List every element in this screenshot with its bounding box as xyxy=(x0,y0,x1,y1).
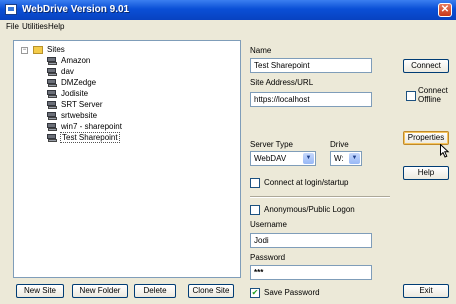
username-label: Username xyxy=(250,220,287,229)
server-icon xyxy=(47,68,57,76)
username-field[interactable]: Jodi xyxy=(250,233,372,248)
connect-offline-label: Connect Offline xyxy=(418,86,448,104)
menu-file[interactable]: File xyxy=(6,22,19,31)
server-icon xyxy=(47,112,57,120)
tree-item-label: srtwebsite xyxy=(61,111,98,120)
webdrive-app-icon xyxy=(5,4,17,15)
connect-button[interactable]: Connect xyxy=(403,59,449,73)
delete-button[interactable]: Delete xyxy=(134,284,176,298)
server-icon xyxy=(47,57,57,65)
exit-button[interactable]: Exit xyxy=(403,284,449,298)
drive-label: Drive xyxy=(330,140,349,149)
chevron-down-icon[interactable]: ▼ xyxy=(349,153,360,164)
server-icon xyxy=(47,123,57,131)
tree-item-label: Amazon xyxy=(61,56,91,65)
help-button[interactable]: Help xyxy=(403,166,449,180)
server-type-value: WebDAV xyxy=(254,154,287,163)
close-button[interactable]: ✕ xyxy=(438,3,452,17)
name-field[interactable]: Test Sharepoint xyxy=(250,58,372,73)
title-bar: WebDrive Version 9.01 ✕ xyxy=(0,0,456,20)
tree-item-label: dav xyxy=(61,67,74,76)
drive-select[interactable]: W: ▼ xyxy=(330,151,362,166)
tree-root-label: Sites xyxy=(47,45,65,54)
tree-item-label: DMZedge xyxy=(61,78,97,87)
tree-item-label: win7 - sharepoint xyxy=(61,122,122,131)
password-field[interactable]: *** xyxy=(250,265,372,280)
new-folder-button[interactable]: New Folder xyxy=(72,284,128,298)
close-icon: ✕ xyxy=(440,4,450,15)
window-title: WebDrive Version 9.01 xyxy=(22,4,130,15)
connect-offline-checkbox[interactable] xyxy=(406,91,416,101)
chevron-down-icon[interactable]: ▼ xyxy=(303,153,314,164)
menu-help[interactable]: Help xyxy=(48,22,64,31)
folder-icon xyxy=(33,46,43,54)
divider xyxy=(250,196,390,198)
drive-value: W: xyxy=(334,154,344,163)
mouse-pointer-icon xyxy=(440,144,450,158)
save-password-checkbox[interactable]: ✔ xyxy=(250,288,260,298)
site-url-field[interactable]: https://localhost xyxy=(250,92,372,107)
properties-button[interactable]: Properties xyxy=(403,131,449,145)
server-icon xyxy=(47,101,57,109)
collapse-icon[interactable]: − xyxy=(21,47,28,54)
name-label: Name xyxy=(250,46,272,55)
sites-tree[interactable]: − Sites Amazon dav DMZedge Jodisite SRT … xyxy=(13,40,241,278)
server-icon xyxy=(47,90,57,98)
server-icon xyxy=(47,134,57,142)
menu-bar: File Utilities Help xyxy=(0,20,456,34)
server-type-select[interactable]: WebDAV ▼ xyxy=(250,151,316,166)
connect-at-login-checkbox[interactable] xyxy=(250,178,260,188)
server-icon xyxy=(47,79,57,87)
anonymous-logon-checkbox[interactable] xyxy=(250,205,260,215)
new-site-button[interactable]: New Site xyxy=(16,284,64,298)
url-label: Site Address/URL xyxy=(250,78,314,87)
tree-item-label: Test Sharepoint xyxy=(60,132,120,143)
tree-item-label: Jodisite xyxy=(61,89,89,98)
password-label: Password xyxy=(250,253,286,262)
connect-at-login-label: Connect at login/startup xyxy=(264,178,349,187)
server-type-label: Server Type xyxy=(250,140,293,149)
save-password-label: Save Password xyxy=(264,288,320,297)
clone-site-button[interactable]: Clone Site xyxy=(188,284,234,298)
menu-utilities[interactable]: Utilities xyxy=(22,22,48,31)
tree-item-label: SRT Server xyxy=(61,100,103,109)
anonymous-logon-label: Anonymous/Public Logon xyxy=(264,205,355,214)
